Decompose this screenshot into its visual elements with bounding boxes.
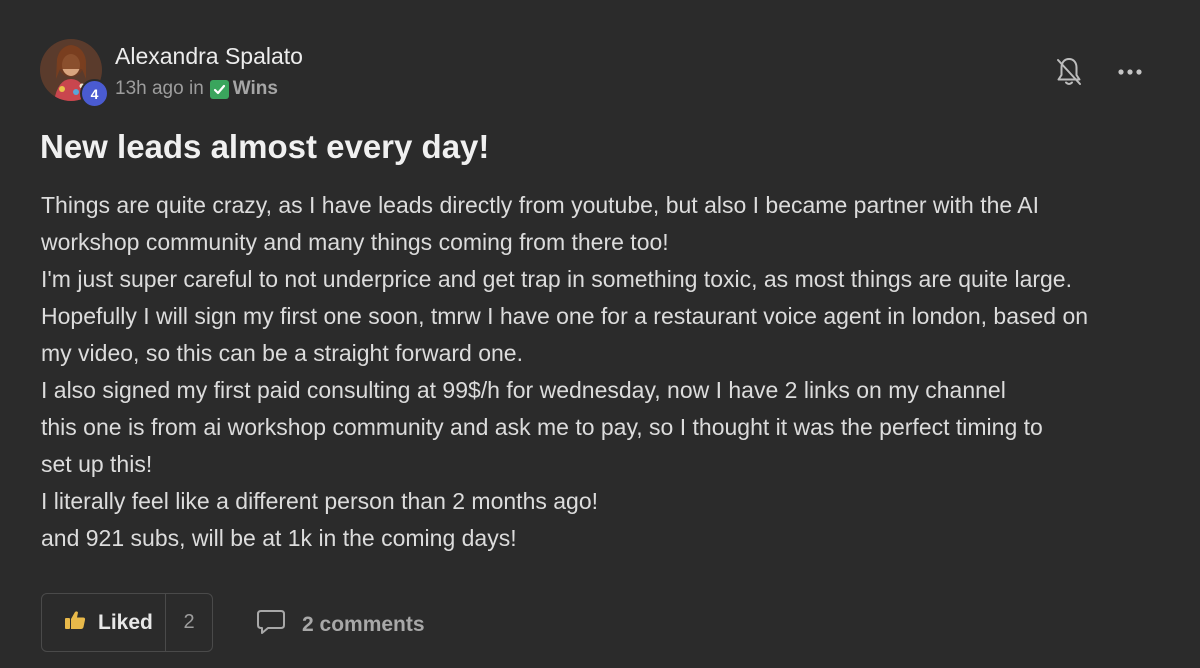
- comments-button[interactable]: 2 comments: [256, 608, 425, 641]
- post-card: 4 Alexandra Spalato 13h ago in Wins New …: [0, 0, 1200, 668]
- post-time: 13h ago: [115, 78, 184, 99]
- bell-off-icon[interactable]: [1055, 56, 1083, 88]
- more-horizontal-icon[interactable]: [1112, 60, 1148, 84]
- post-body: Things are quite crazy, as I have leads …: [41, 187, 1171, 557]
- comment-bubble-icon: [256, 608, 286, 641]
- post-body-line: I literally feel like a different person…: [41, 488, 599, 514]
- post-body-line: I'm just super careful to not underprice…: [41, 266, 1072, 292]
- post-body-line: Things are quite crazy, as I have leads …: [41, 192, 1040, 218]
- like-button[interactable]: Liked: [42, 594, 166, 651]
- post-body-line: my video, so this can be a straight forw…: [41, 340, 523, 366]
- like-control: Liked 2: [41, 593, 213, 652]
- post-body-line: workshop community and many things comin…: [41, 229, 669, 255]
- post-body-line: this one is from ai workshop community a…: [41, 414, 1043, 440]
- level-badge: 4: [80, 79, 109, 108]
- post-category-link[interactable]: Wins: [233, 78, 278, 100]
- comments-label: 2 comments: [302, 612, 425, 636]
- thumbs-up-icon: [64, 610, 86, 635]
- post-title: New leads almost every day!: [40, 128, 490, 165]
- post-body-line: I also signed my first paid consulting a…: [41, 377, 1006, 403]
- post-body-line: and 921 subs, will be at 1k in the comin…: [41, 525, 517, 551]
- check-box-icon: [209, 79, 229, 99]
- post-meta: 13h ago in Wins: [115, 78, 278, 100]
- post-in-label: in: [188, 78, 204, 99]
- post-body-line: set up this!: [41, 451, 153, 477]
- author-avatar[interactable]: 4: [40, 39, 109, 108]
- author-name[interactable]: Alexandra Spalato: [115, 43, 303, 70]
- like-count-button[interactable]: 2: [166, 594, 212, 651]
- post-body-line: Hopefully I will sign my first one soon,…: [41, 303, 1089, 329]
- like-label: Liked: [98, 610, 153, 634]
